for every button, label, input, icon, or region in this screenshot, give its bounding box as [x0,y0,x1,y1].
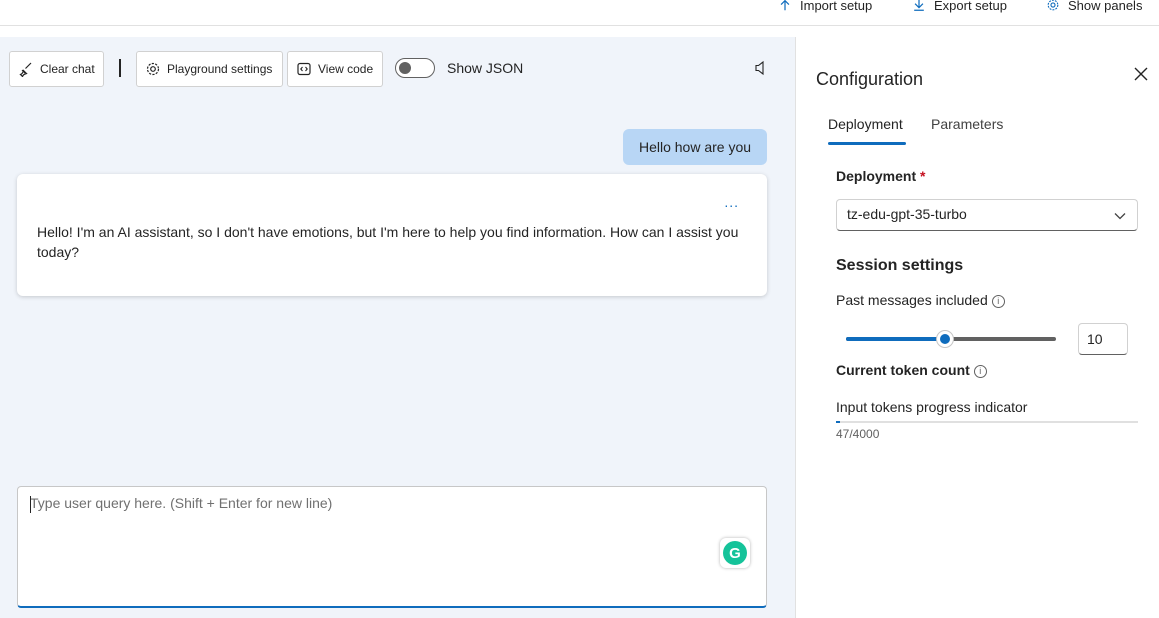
view-code-button[interactable]: View code [287,51,383,87]
token-count-label-text: Current token count [836,362,970,378]
assistant-message-card: ... Hello! I'm an AI assistant, so I don… [17,174,767,296]
view-code-label: View code [318,62,374,76]
past-messages-input[interactable]: 10 [1078,323,1128,355]
tab-parameters[interactable]: Parameters [931,116,1003,132]
pane-divider [795,37,796,618]
clear-chat-button[interactable]: Clear chat [9,51,104,87]
import-setup-label: Import setup [800,0,873,13]
info-icon[interactable]: i [973,364,987,378]
grammarly-button[interactable]: G [720,538,750,568]
past-messages-field-label: Past messages included i [836,292,1005,308]
download-icon [914,0,924,11]
text-caret [30,496,31,513]
tab-deployment[interactable]: Deployment [828,116,903,132]
token-progress-text: 47/4000 [836,427,880,441]
import-setup-button[interactable]: Import setup [778,0,872,17]
toggle-knob [399,62,411,74]
active-tab-indicator [828,142,906,145]
show-panels-label: Show panels [1068,0,1143,13]
token-count-field-label: Current token count i [836,362,987,378]
chevron-down-icon [1114,213,1126,220]
user-query-input[interactable]: Type user query here. (Shift + Enter for… [17,486,767,608]
user-message: Hello how are you [623,129,767,165]
past-messages-slider[interactable] [846,330,1056,348]
deployment-field-label: Deployment * [836,168,925,184]
toolbar-separator [119,59,121,77]
export-setup-label: Export setup [934,0,1007,13]
gear-icon [1047,0,1059,11]
gear-icon [146,62,160,76]
speaker-icon[interactable] [752,59,770,77]
grammarly-icon: G [723,541,747,565]
playground-settings-button[interactable]: Playground settings [136,51,283,87]
configuration-title: Configuration [816,69,924,89]
close-icon[interactable] [1132,65,1150,83]
playground-settings-label: Playground settings [167,62,273,76]
query-placeholder: Type user query here. (Shift + Enter for… [30,495,333,511]
export-setup-button[interactable]: Export setup [912,0,1007,17]
assistant-message-text: Hello! I'm an AI assistant, so I don't h… [37,224,739,260]
code-icon [297,62,311,76]
deployment-label-text: Deployment [836,168,917,184]
upload-icon [780,0,790,11]
info-icon[interactable]: i [991,294,1005,308]
token-progress-label: Input tokens progress indicator [836,399,1028,415]
token-progress-bar [836,421,1138,423]
deployment-selected-value: tz-edu-gpt-35-turbo [847,206,967,222]
slider-thumb[interactable] [936,330,954,348]
show-panels-button[interactable]: Show panels [1046,0,1142,17]
slider-fill [846,337,945,341]
show-json-label: Show JSON [447,60,524,76]
token-progress-fill [836,421,840,423]
deployment-dropdown[interactable]: tz-edu-gpt-35-turbo [836,199,1138,231]
clear-chat-label: Clear chat [40,62,95,76]
top-action-bar: Import setup Export setup Show panels [0,0,1159,26]
required-marker: * [920,168,926,184]
broom-icon [19,62,32,77]
past-messages-label-text: Past messages included [836,292,988,308]
more-options-icon[interactable]: ... [724,194,739,210]
session-settings-heading: Session settings [836,257,964,274]
show-json-toggle[interactable] [395,58,435,78]
